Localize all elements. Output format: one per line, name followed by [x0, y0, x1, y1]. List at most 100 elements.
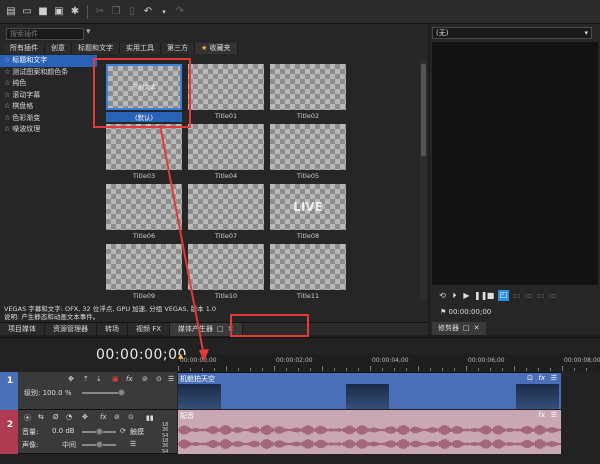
preset-thumbnail[interactable] [270, 244, 346, 290]
ruler-tick [430, 368, 431, 371]
monitor-icon[interactable]: ◔ [66, 413, 72, 421]
input-bus-icon[interactable]: ⇆ [38, 413, 44, 421]
tab-favorites[interactable]: ★ 收藏夹 [195, 43, 238, 54]
event-fx-icon[interactable]: fx [538, 374, 545, 382]
select-all-icon[interactable]: ▭ [548, 291, 557, 300]
event-fx-icon[interactable]: fx [538, 411, 545, 419]
maximize-icon[interactable]: □ [217, 323, 224, 336]
playhead-marker-icon[interactable]: ▲ [178, 352, 183, 360]
scrollbar-thumb[interactable] [421, 64, 426, 156]
timeline-ruler[interactable]: 00:00:00;00 00:00:02;00 00:00:04;00 00:00:0… [178, 355, 600, 371]
volume-value: 0.0 dB [52, 427, 75, 435]
overwrite-icon[interactable]: ▭ [524, 291, 533, 300]
record-icon[interactable]: ⦿ [24, 413, 31, 423]
tree-item-color-gradient[interactable]: ☆ 色彩渐变 [0, 113, 97, 125]
volume-knob[interactable] [96, 428, 103, 435]
search-dropdown-icon[interactable]: ▾ [86, 27, 91, 37]
tab-project-media[interactable]: 项目媒体 [0, 323, 45, 336]
solo-icon[interactable]: ⊙ [128, 413, 134, 421]
move-icon[interactable]: ✥ [82, 413, 88, 421]
pause-icon[interactable]: ❚❚ [474, 291, 487, 300]
tab-third-party[interactable]: 第三方 [161, 43, 195, 54]
tab-transitions[interactable]: 转场 [97, 323, 128, 336]
audio-waveform [178, 425, 561, 449]
save-icon[interactable]: ■ [36, 5, 50, 19]
preset-thumbnail[interactable] [106, 124, 182, 170]
preset-thumbnail[interactable] [106, 184, 182, 230]
fx-icon[interactable]: fx [100, 413, 107, 421]
tab-utilities[interactable]: 实用工具 [120, 43, 161, 54]
preset-caption: Title11 [296, 292, 320, 300]
paste-icon[interactable]: ▯ [125, 5, 139, 19]
tab-all-plugins[interactable]: 所有插件 [4, 43, 45, 54]
preset-thumbnail[interactable] [188, 64, 264, 110]
preset-thumbnail[interactable] [188, 124, 264, 170]
preset-thumbnail[interactable] [270, 64, 346, 110]
automation-icon[interactable]: ⟳ [120, 427, 126, 435]
trimmer-media-select[interactable]: (无) ▾ [432, 27, 592, 39]
tree-item-noise-texture[interactable]: ☆ 噪波纹理 [0, 124, 97, 136]
trim-icon[interactable]: ◰ [498, 289, 509, 301]
touch-mode[interactable]: 触摸 [130, 427, 144, 437]
ruler-tick [406, 368, 407, 371]
mute-icon[interactable]: ⊘ [114, 413, 120, 421]
preset-thumbnail[interactable] [188, 184, 264, 230]
loop-icon[interactable]: ⟲ [438, 291, 447, 300]
event-pan-crop-icon[interactable]: ⊡ [527, 374, 533, 382]
redo-icon[interactable]: ↷ [173, 5, 187, 19]
save-as-icon[interactable]: ▣ [52, 5, 66, 19]
tree-item-credit-roll[interactable]: ☆ 滚动字幕 [0, 90, 97, 102]
tree-item-solid-color[interactable]: ☆ 纯色 [0, 78, 97, 90]
ruler-tick [502, 368, 503, 371]
tab-explorer[interactable]: 资源管理器 [45, 323, 97, 336]
phase-icon[interactable]: Ø [53, 413, 59, 421]
plugin-info-line: VEGAS 字幕和文字: OFX, 32 位浮点, GPU 加速, 分组 VEG… [4, 305, 217, 313]
tree-item-test-pattern[interactable]: ☆ 测试图案和颜色条 [0, 67, 97, 79]
mute-icon[interactable]: ⊘ [142, 375, 148, 383]
tree-item-checkerboard[interactable]: ☆ 棋盘格 [0, 101, 97, 113]
preset-thumbnail[interactable] [188, 244, 264, 290]
open-icon[interactable]: ▭ [20, 5, 34, 19]
tree-item-titles-text[interactable]: ☆ 标题和文字 [0, 55, 97, 67]
video-clip[interactable]: 机舱拍天空 ⊡ fx ☰ [178, 373, 561, 409]
copy-icon[interactable]: ❐ [109, 5, 123, 19]
fill-icon[interactable]: ▭ [536, 291, 545, 300]
tab-trimmer-label: 修剪器 [438, 324, 459, 332]
play-from-start-icon[interactable]: ⏵ [450, 291, 459, 300]
event-menu-icon[interactable]: ☰ [551, 374, 557, 382]
close-icon[interactable]: ✕ [474, 322, 480, 335]
video-level-knob[interactable] [118, 389, 125, 396]
plugin-description: 说明: 产生静态和动画文本事件。 [4, 313, 100, 321]
maximize-icon[interactable]: □ [463, 322, 470, 335]
new-icon[interactable]: ▤ [4, 5, 18, 19]
preset-caption: Title06 [132, 232, 156, 240]
cut-icon[interactable]: ✂ [93, 5, 107, 19]
audio-clip[interactable]: 配音 fx ☰ [178, 410, 561, 454]
tab-creative[interactable]: 创意 [45, 43, 72, 54]
fx-icon[interactable]: fx [126, 375, 133, 383]
solo-icon[interactable]: ⊙ [156, 375, 162, 383]
play-icon[interactable]: ▶ [462, 291, 471, 300]
tab-titles-text[interactable]: 标题和文字 [72, 43, 120, 54]
preset-thumbnail[interactable] [106, 244, 182, 290]
preset-thumbnail[interactable]: LIVE [270, 184, 346, 230]
undo-icon[interactable]: ↶ [141, 5, 155, 19]
composite-child-icon[interactable]: ⇣ [96, 375, 102, 383]
track-menu-icon[interactable]: ☰ [168, 375, 174, 383]
preset-thumbnail[interactable] [270, 124, 346, 170]
motion-icon[interactable]: ▣ [112, 375, 119, 383]
search-input[interactable]: 搜索插件 [6, 28, 84, 40]
event-menu-icon[interactable]: ☰ [551, 411, 557, 419]
insert-icon[interactable]: ▭ [512, 291, 521, 300]
tab-trimmer[interactable]: 修剪器 □ ✕ [432, 322, 486, 335]
marker-icon: ⚑ [440, 308, 447, 316]
settings-icon[interactable]: ✱ [68, 5, 82, 19]
move-icon[interactable]: ✥ [68, 375, 74, 383]
composite-parent-icon[interactable]: ⇡ [83, 375, 89, 383]
video-level-slider[interactable] [82, 392, 122, 394]
pan-knob[interactable] [96, 441, 103, 448]
tab-video-fx[interactable]: 视频 FX [128, 323, 171, 336]
track-menu-icon[interactable]: ☰ [130, 440, 136, 448]
undo-dropdown-icon[interactable]: ▾ [157, 5, 171, 19]
stop-icon[interactable]: ■ [486, 291, 495, 300]
